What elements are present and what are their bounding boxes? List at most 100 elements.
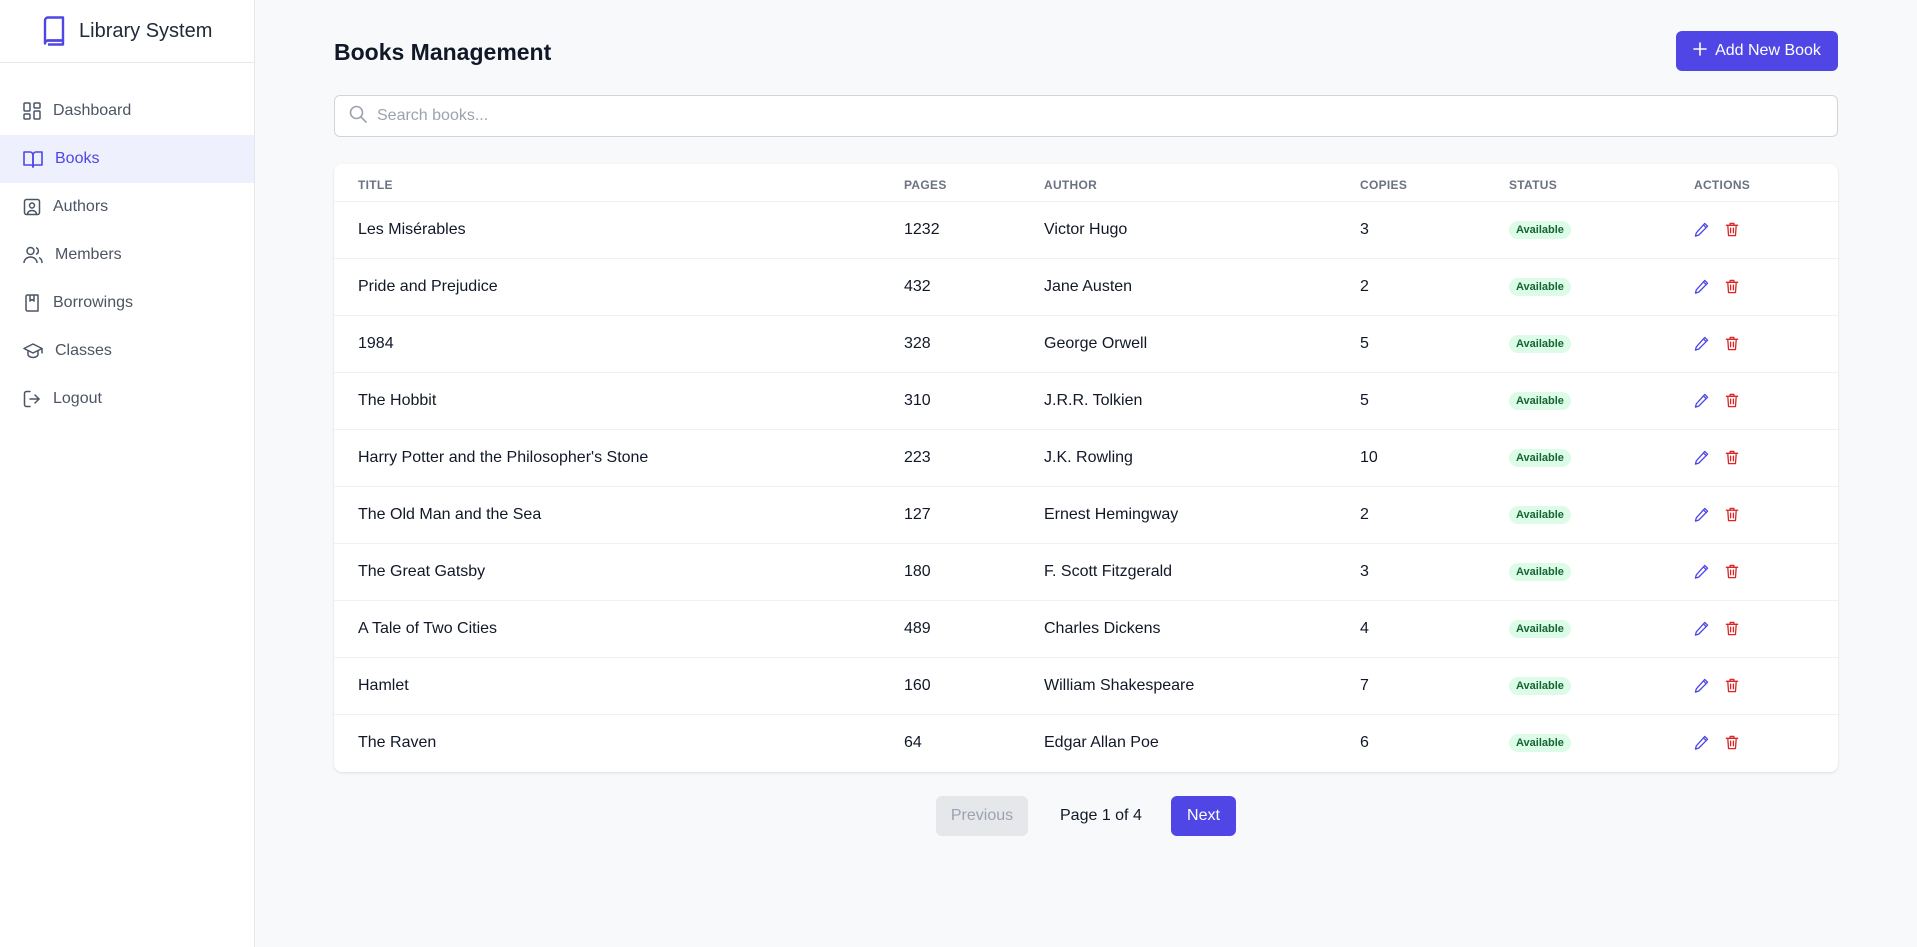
cell-actions xyxy=(1694,315,1838,372)
delete-icon[interactable] xyxy=(1725,621,1739,636)
status-badge: Available xyxy=(1509,221,1571,239)
bookmark-book-icon xyxy=(23,294,41,312)
cell-author: Charles Dickens xyxy=(1044,619,1161,637)
cell-copies: 3 xyxy=(1360,562,1369,580)
sidebar-item-books[interactable]: Books xyxy=(0,135,254,183)
cell-author: George Orwell xyxy=(1044,334,1148,352)
status-badge: Available xyxy=(1509,335,1571,353)
delete-icon[interactable] xyxy=(1725,564,1739,579)
sidebar-item-dashboard[interactable]: Dashboard xyxy=(0,87,254,135)
sidebar-item-members[interactable]: Members xyxy=(0,231,254,279)
page-title: Books Management xyxy=(334,39,552,65)
cell-title: Harry Potter and the Philosopher's Stone xyxy=(358,448,649,466)
contact-icon xyxy=(23,198,41,216)
cell-copies: 4 xyxy=(1360,619,1369,637)
column-header-author[interactable]: Author xyxy=(1044,164,1360,202)
table-row: A Tale of Two Cities 489 Charles Dickens 4 A… xyxy=(334,600,1838,657)
sidebar-item-logout[interactable]: Logout xyxy=(0,375,254,423)
previous-button[interactable]: Previous xyxy=(936,796,1028,836)
cell-copies: 3 xyxy=(1360,220,1369,238)
search-input[interactable] xyxy=(377,96,1837,136)
status-badge: Available xyxy=(1509,506,1571,524)
cell-pages: 328 xyxy=(904,334,931,352)
cell-actions xyxy=(1694,372,1838,429)
edit-icon[interactable] xyxy=(1694,678,1709,693)
table-row: The Great Gatsby 180 F. Scott Fitzgerald 3 A… xyxy=(334,543,1838,600)
cell-title: The Hobbit xyxy=(358,391,437,409)
cell-status: Available xyxy=(1509,657,1694,714)
table-row: Les Misérables 1232 Victor Hugo 3 Available xyxy=(334,201,1838,258)
cell-copies: 5 xyxy=(1360,391,1369,409)
column-header-title[interactable]: Title xyxy=(334,164,904,202)
cell-pages: 180 xyxy=(904,562,931,580)
app-title: Library System xyxy=(79,19,213,42)
edit-icon[interactable] xyxy=(1694,621,1709,636)
sidebar-item-classes[interactable]: Classes xyxy=(0,327,254,375)
edit-icon[interactable] xyxy=(1694,450,1709,465)
sidebar: Library System Dashboard Books Authors M… xyxy=(0,0,255,947)
cell-title: Les Misérables xyxy=(358,220,466,238)
column-header-status[interactable]: Status xyxy=(1509,164,1694,202)
sidebar-item-label: Logout xyxy=(53,390,102,407)
cell-status: Available xyxy=(1509,486,1694,543)
cell-actions xyxy=(1694,543,1838,600)
delete-icon[interactable] xyxy=(1725,222,1739,237)
status-badge: Available xyxy=(1509,677,1571,695)
table-row: Harry Potter and the Philosopher's Stone… xyxy=(334,429,1838,486)
edit-icon[interactable] xyxy=(1694,336,1709,351)
cell-copies: 2 xyxy=(1360,505,1369,523)
table-row: 1984 328 George Orwell 5 Available xyxy=(334,315,1838,372)
edit-icon[interactable] xyxy=(1694,507,1709,522)
cell-status: Available xyxy=(1509,315,1694,372)
cell-title: The Old Man and the Sea xyxy=(358,505,542,523)
add-new-book-label: Add New Book xyxy=(1715,42,1821,59)
status-badge: Available xyxy=(1509,734,1571,753)
cell-pages: 160 xyxy=(904,676,931,694)
cell-author: Jane Austen xyxy=(1044,277,1133,295)
cell-copies: 2 xyxy=(1360,277,1369,295)
cell-author: F. Scott Fitzgerald xyxy=(1044,562,1173,580)
table-row: Pride and Prejudice 432 Jane Austen 2 Availa… xyxy=(334,258,1838,315)
edit-icon[interactable] xyxy=(1694,279,1709,294)
delete-icon[interactable] xyxy=(1725,279,1739,294)
cell-actions xyxy=(1694,714,1838,771)
cell-pages: 223 xyxy=(904,448,931,466)
cell-pages: 127 xyxy=(904,505,931,523)
edit-icon[interactable] xyxy=(1694,735,1709,750)
edit-icon[interactable] xyxy=(1694,393,1709,408)
cell-title: Pride and Prejudice xyxy=(358,277,498,295)
column-header-copies[interactable]: Copies xyxy=(1360,164,1509,202)
users-icon xyxy=(23,246,43,264)
cell-actions xyxy=(1694,600,1838,657)
cell-actions xyxy=(1694,201,1838,258)
cell-status: Available xyxy=(1509,714,1694,771)
search-icon xyxy=(335,105,367,128)
delete-icon[interactable] xyxy=(1725,393,1739,408)
cell-title: The Great Gatsby xyxy=(358,562,486,580)
add-new-book-button[interactable]: Add New Book xyxy=(1676,31,1838,71)
cell-author: Victor Hugo xyxy=(1044,220,1128,238)
cell-pages: 310 xyxy=(904,391,931,409)
delete-icon[interactable] xyxy=(1725,735,1739,750)
next-button[interactable]: Next xyxy=(1171,796,1236,836)
column-header-pages[interactable]: Pages xyxy=(904,164,1044,202)
table-row: The Old Man and the Sea 127 Ernest Hemingw… xyxy=(334,486,1838,543)
cell-author: J.K. Rowling xyxy=(1044,448,1133,466)
sidebar-item-authors[interactable]: Authors xyxy=(0,183,254,231)
edit-icon[interactable] xyxy=(1694,222,1709,237)
logout-icon xyxy=(23,390,41,408)
pagination: Previous Page 1 of 4 Next xyxy=(334,796,1838,836)
sidebar-item-label: Classes xyxy=(55,342,112,359)
cell-actions xyxy=(1694,657,1838,714)
cell-status: Available xyxy=(1509,201,1694,258)
delete-icon[interactable] xyxy=(1725,678,1739,693)
edit-icon[interactable] xyxy=(1694,564,1709,579)
cell-pages: 489 xyxy=(904,619,931,637)
delete-icon[interactable] xyxy=(1725,450,1739,465)
status-badge: Available xyxy=(1509,392,1571,410)
sidebar-item-borrowings[interactable]: Borrowings xyxy=(0,279,254,327)
delete-icon[interactable] xyxy=(1725,336,1739,351)
delete-icon[interactable] xyxy=(1725,507,1739,522)
cell-status: Available xyxy=(1509,600,1694,657)
plus-icon xyxy=(1693,41,1707,61)
